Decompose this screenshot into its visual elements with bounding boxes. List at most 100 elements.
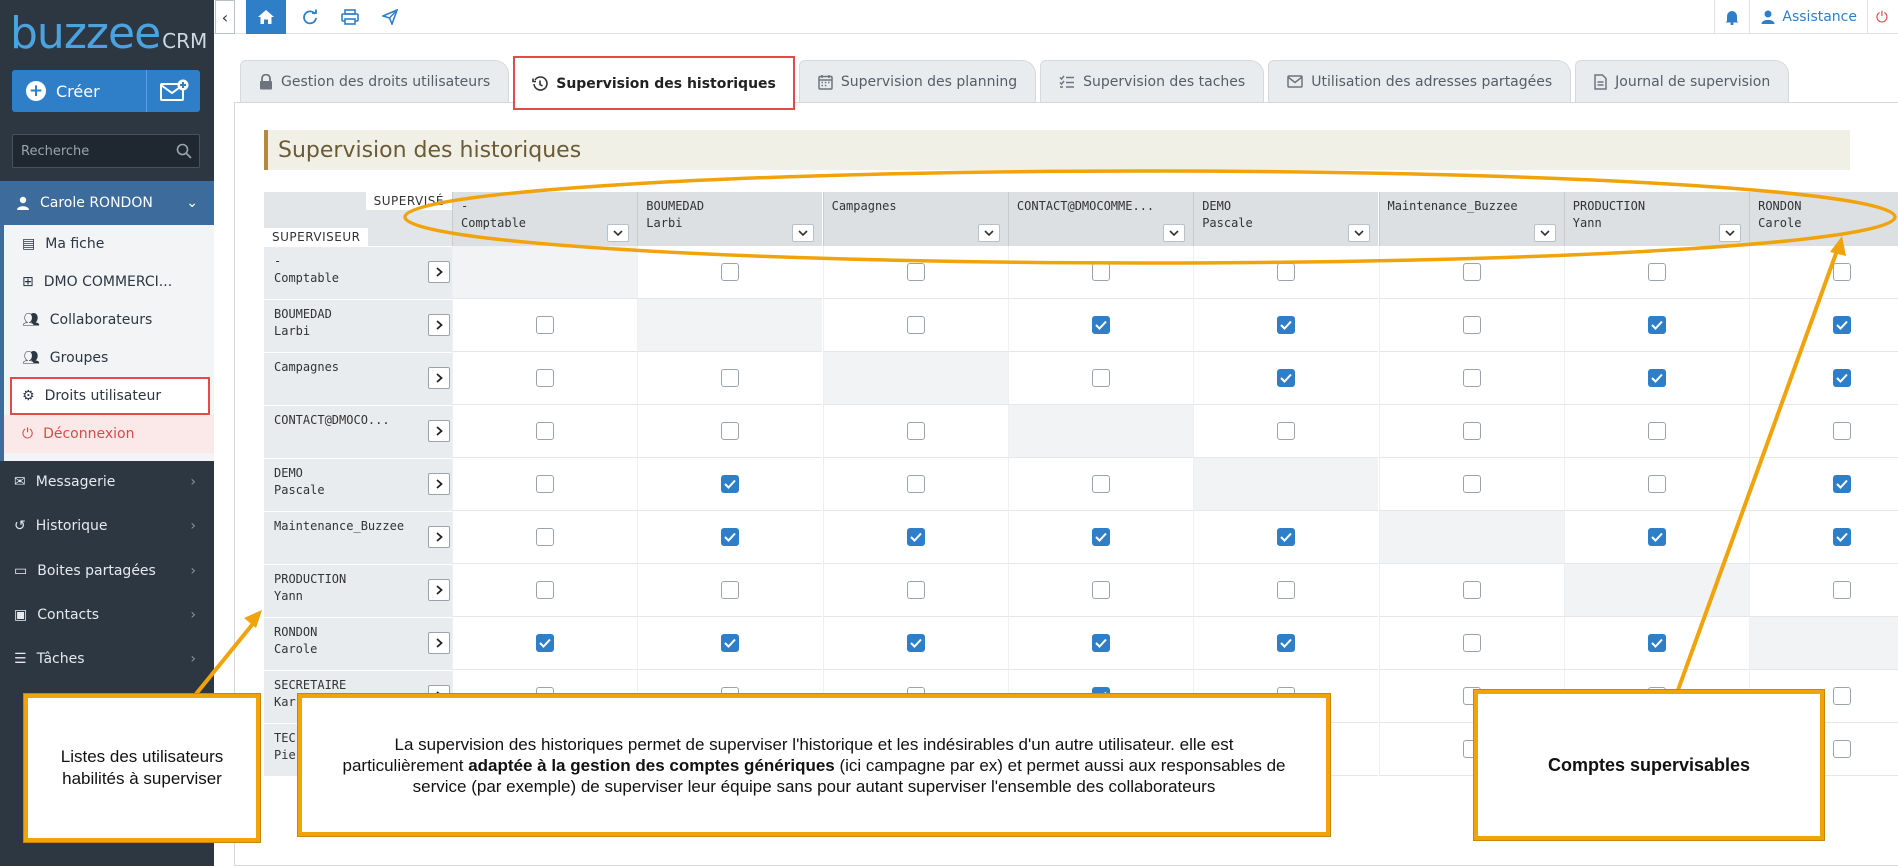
supervision-checkbox[interactable]: [1091, 263, 1110, 281]
buzzee-logo[interactable]: buzzee CRM: [0, 0, 214, 64]
supervision-checkbox[interactable]: [1647, 528, 1666, 546]
supervision-checkbox[interactable]: [1647, 422, 1666, 440]
supervision-checkbox[interactable]: [1833, 687, 1852, 705]
supervision-checkbox[interactable]: [1833, 475, 1852, 493]
supervision-checkbox[interactable]: [1462, 634, 1481, 652]
supervision-checkbox[interactable]: [906, 316, 925, 334]
supervision-checkbox[interactable]: [1647, 634, 1666, 652]
tab-supervision-taches[interactable]: Supervision des taches: [1040, 60, 1265, 102]
column-header[interactable]: RONDON Carole: [1749, 192, 1898, 246]
supervision-checkbox[interactable]: [1833, 369, 1852, 387]
supervision-checkbox[interactable]: [1462, 422, 1481, 440]
new-mail-button[interactable]: [146, 70, 200, 112]
submenu-ma-fiche[interactable]: ▤ Ma fiche: [4, 225, 214, 263]
supervision-checkbox[interactable]: [721, 634, 740, 652]
row-expand-button[interactable]: [428, 420, 450, 442]
nav-messagerie[interactable]: ✉ Messagerie ›: [0, 462, 214, 502]
nav-taches[interactable]: ☰ Tâches ›: [0, 639, 214, 679]
supervision-checkbox[interactable]: [1833, 740, 1852, 758]
supervision-checkbox[interactable]: [1833, 422, 1852, 440]
tab-adresses-partagees[interactable]: Utilisation des adresses partagées: [1268, 60, 1572, 102]
supervision-checkbox[interactable]: [906, 634, 925, 652]
row-expand-button[interactable]: [428, 367, 450, 389]
column-header[interactable]: DEMO Pascale: [1193, 192, 1379, 246]
supervision-checkbox[interactable]: [721, 581, 740, 599]
row-expand-button[interactable]: [428, 526, 450, 548]
tab-supervision-historiques[interactable]: Supervision des historiques: [513, 56, 795, 110]
supervision-checkbox[interactable]: [906, 263, 925, 281]
column-dropdown-button[interactable]: [792, 224, 815, 242]
row-expand-button[interactable]: [428, 579, 450, 601]
supervision-checkbox[interactable]: [1091, 475, 1110, 493]
supervision-checkbox[interactable]: [721, 369, 740, 387]
print-button[interactable]: [330, 0, 370, 34]
supervision-checkbox[interactable]: [536, 581, 554, 599]
column-header[interactable]: BOUMEDAD Larbi: [637, 192, 823, 246]
notifications-button[interactable]: [1715, 0, 1749, 34]
column-header[interactable]: - Comptable: [452, 192, 637, 246]
supervision-checkbox[interactable]: [1647, 316, 1666, 334]
supervision-checkbox[interactable]: [906, 528, 925, 546]
supervision-checkbox[interactable]: [1462, 475, 1481, 493]
nav-historique[interactable]: ↺ Historique ›: [0, 506, 214, 546]
supervision-checkbox[interactable]: [721, 475, 740, 493]
row-expand-button[interactable]: [428, 473, 450, 495]
submenu-dmo-commercial[interactable]: ⊞ DMO COMMERCI...: [4, 263, 214, 301]
supervision-checkbox[interactable]: [1277, 263, 1296, 281]
submenu-groupes[interactable]: 👥︎ Groupes: [4, 339, 214, 377]
supervision-checkbox[interactable]: [1833, 316, 1852, 334]
supervision-checkbox[interactable]: [1462, 263, 1481, 281]
supervision-checkbox[interactable]: [721, 263, 740, 281]
nav-contacts[interactable]: ▣ Contacts ›: [0, 595, 214, 635]
supervision-checkbox[interactable]: [1091, 528, 1110, 546]
tab-gestion-droits[interactable]: Gestion des droits utilisateurs: [240, 60, 510, 102]
create-button[interactable]: + Créer: [12, 70, 146, 112]
supervision-checkbox[interactable]: [1277, 422, 1296, 440]
supervision-checkbox[interactable]: [721, 528, 740, 546]
column-header[interactable]: CONTACT@DMOCOMME...: [1007, 192, 1193, 246]
column-dropdown-button[interactable]: [1718, 224, 1741, 242]
assistance-button[interactable]: Assistance: [1750, 0, 1867, 34]
column-header[interactable]: Campagnes: [822, 192, 1008, 246]
supervision-checkbox[interactable]: [1277, 581, 1296, 599]
supervision-checkbox[interactable]: [1647, 263, 1666, 281]
supervision-checkbox[interactable]: [536, 422, 554, 440]
column-dropdown-button[interactable]: [1348, 224, 1371, 242]
supervision-checkbox[interactable]: [1277, 316, 1296, 334]
supervision-checkbox[interactable]: [1462, 369, 1481, 387]
column-dropdown-button[interactable]: [607, 224, 629, 242]
power-button[interactable]: ⏻: [1868, 0, 1898, 34]
supervision-checkbox[interactable]: [1833, 528, 1852, 546]
supervision-checkbox[interactable]: [906, 581, 925, 599]
supervision-checkbox[interactable]: [536, 369, 554, 387]
supervision-checkbox[interactable]: [1091, 316, 1110, 334]
submenu-deconnexion[interactable]: ⏻ Déconnexion: [4, 415, 214, 453]
row-expand-button[interactable]: [428, 314, 450, 336]
submenu-collaborateurs[interactable]: 👥︎ Collaborateurs: [4, 301, 214, 339]
supervision-checkbox[interactable]: [536, 316, 554, 334]
column-dropdown-button[interactable]: [977, 224, 1000, 242]
refresh-button[interactable]: [290, 0, 330, 34]
supervision-checkbox[interactable]: [1833, 581, 1852, 599]
search-icon[interactable]: [169, 143, 199, 159]
column-header[interactable]: Maintenance_Buzzee: [1378, 192, 1564, 246]
row-expand-button[interactable]: [428, 261, 450, 283]
nav-boites-partagees[interactable]: ▭ Boites partagées ›: [0, 551, 214, 591]
submenu-droits-utilisateur[interactable]: ⚙ Droits utilisateur: [10, 377, 210, 415]
home-button[interactable]: [246, 0, 286, 34]
search-box[interactable]: Recherche: [12, 134, 200, 168]
supervision-checkbox[interactable]: [1091, 634, 1110, 652]
supervision-checkbox[interactable]: [536, 634, 554, 652]
supervision-checkbox[interactable]: [906, 475, 925, 493]
column-dropdown-button[interactable]: [1162, 224, 1185, 242]
supervision-checkbox[interactable]: [536, 475, 554, 493]
supervision-checkbox[interactable]: [1277, 634, 1296, 652]
supervision-checkbox[interactable]: [1647, 475, 1666, 493]
supervision-checkbox[interactable]: [1277, 528, 1296, 546]
supervision-checkbox[interactable]: [1091, 581, 1110, 599]
user-menu[interactable]: Carole RONDON ⌄: [0, 181, 214, 225]
tab-journal-supervision[interactable]: Journal de supervision: [1575, 60, 1790, 102]
supervision-checkbox[interactable]: [1462, 581, 1481, 599]
tab-supervision-planning[interactable]: Supervision des planning: [798, 60, 1037, 102]
send-button[interactable]: [370, 0, 410, 34]
